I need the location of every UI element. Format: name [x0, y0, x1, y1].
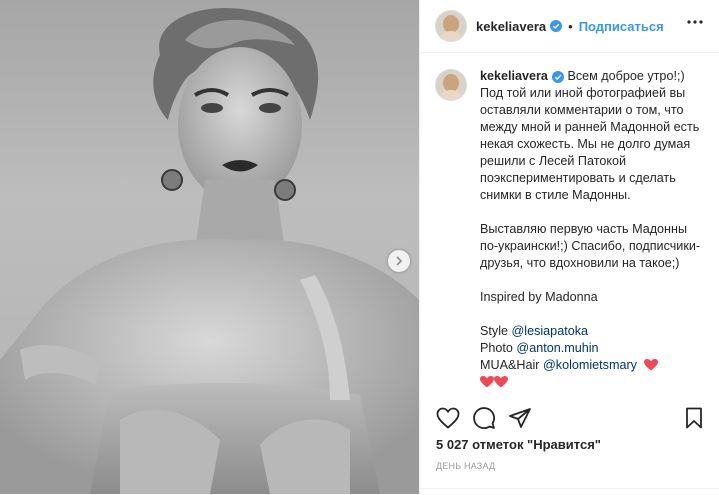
caption-paragraph-1: Под той или иной фотографией вы оставлял…: [480, 86, 703, 202]
post-sidebar: kekeliavera • Подписаться kekeliavera Вс…: [419, 0, 719, 494]
photo-illustration: [0, 7, 419, 494]
mua-mention-link[interactable]: @kolomietsmary: [543, 358, 637, 372]
photo-credit-label: Photo: [480, 341, 517, 355]
post-header: kekeliavera • Подписаться: [420, 0, 719, 53]
caption-comment: kekeliavera Всем доброе утро!;) Под той …: [436, 68, 703, 391]
heart-icon[interactable]: [436, 407, 460, 429]
verified-badge-icon: [550, 20, 563, 32]
red-heart-emoji-icon: [480, 376, 494, 388]
verified-badge-icon: [551, 70, 564, 83]
mua-credit-label: MUA&Hair: [480, 358, 543, 372]
more-options-icon[interactable]: [687, 20, 703, 24]
caption-paragraph-2: Выставляю первую часть Мадонны по-украин…: [480, 222, 701, 270]
share-icon[interactable]: [508, 407, 532, 429]
avatar[interactable]: [436, 11, 466, 41]
red-heart-emoji-icon: [494, 376, 508, 388]
chevron-right-icon: [396, 256, 403, 266]
photo-mention-link[interactable]: @anton.muhin: [516, 341, 598, 355]
likes-count[interactable]: 5 027 отметок "Нравится": [436, 437, 601, 452]
separator-dot: •: [568, 18, 573, 34]
style-credit-label: Style: [480, 324, 512, 338]
instagram-post: kekeliavera • Подписаться kekeliavera Вс…: [0, 0, 719, 494]
avatar[interactable]: [436, 70, 466, 100]
comment-icon[interactable]: [472, 406, 496, 430]
caption-username[interactable]: kekeliavera: [480, 69, 548, 83]
next-photo-button[interactable]: [388, 250, 410, 272]
caption-greeting: Всем доброе утро!;): [567, 69, 685, 83]
follow-button[interactable]: Подписаться: [579, 19, 664, 34]
style-mention-link[interactable]: @lesiapatoka: [512, 324, 589, 338]
username-link[interactable]: kekeliavera: [476, 19, 546, 34]
action-bar: [436, 400, 703, 436]
red-heart-emoji-icon: [643, 359, 658, 371]
post-photo[interactable]: [0, 0, 419, 494]
bookmark-icon[interactable]: [685, 407, 703, 429]
post-timestamp[interactable]: ДЕНЬ НАЗАД: [436, 461, 495, 471]
caption-area: kekeliavera Всем доброе утро!;) Под той …: [420, 52, 719, 392]
caption-paragraph-3: Inspired by Madonna: [480, 290, 598, 304]
caption-text: kekeliavera Всем доброе утро!;) Под той …: [480, 68, 703, 391]
